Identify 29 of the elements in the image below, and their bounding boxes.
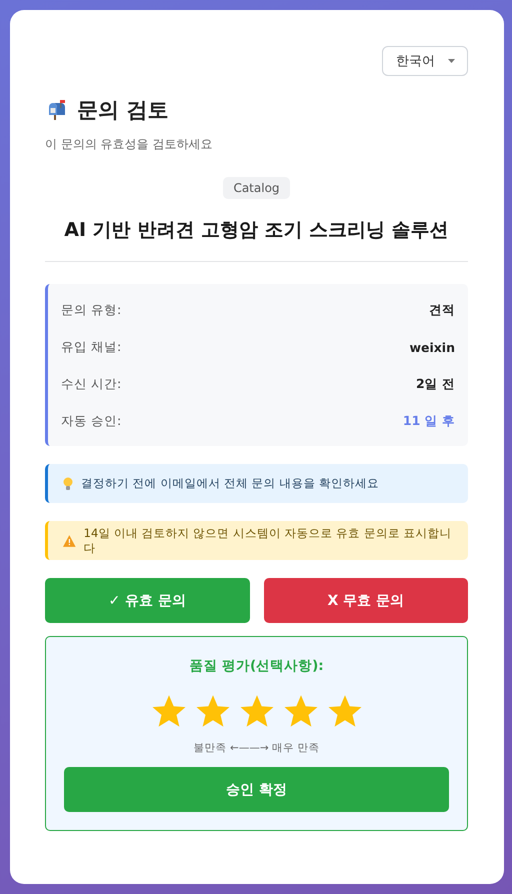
detail-value: 2일 전 xyxy=(416,376,455,393)
star-icon[interactable] xyxy=(150,693,186,729)
star-rating[interactable] xyxy=(150,693,362,729)
page-subtitle: 이 문의의 유효성을 검토하세요 xyxy=(45,136,214,153)
star-icon[interactable] xyxy=(282,693,318,729)
detail-label: 자동 승인: xyxy=(61,413,122,430)
detail-value: 11 일 후 xyxy=(402,413,455,430)
star-icon[interactable] xyxy=(194,693,230,729)
detail-value: 견적 xyxy=(429,302,455,319)
invalid-button[interactable]: X 무효 문의 xyxy=(264,578,468,623)
warning-icon xyxy=(63,534,76,546)
detail-value: weixin xyxy=(409,340,455,355)
detail-label: 수신 시간: xyxy=(61,376,122,393)
star-icon[interactable] xyxy=(326,693,362,729)
star-icon[interactable] xyxy=(238,693,274,729)
alert-text: 14일 이내 검토하지 않으면 시스템이 자동으로 유효 문의로 표시합니다 xyxy=(84,526,453,556)
rating-scale-hint: 불만족 ←——→ 매우 만족 xyxy=(194,741,320,755)
lightbulb-icon xyxy=(63,476,73,490)
detail-label: 문의 유형: xyxy=(61,302,122,319)
language-select[interactable]: 한국어 xyxy=(382,46,468,76)
category-tag: Catalog xyxy=(223,177,290,199)
rating-title: 품질 평가(선택사항): xyxy=(189,657,324,675)
product-title: AI 기반 반려견 고형암 조기 스크리닝 솔루션 xyxy=(45,217,468,262)
valid-button[interactable]: ✓ 유효 문의 xyxy=(45,578,250,623)
alert-text: 결정하기 전에 이메일에서 전체 문의 내용을 확인하세요 xyxy=(81,476,379,491)
page-title: 문의 검토 xyxy=(77,97,168,124)
confirm-button[interactable]: 승인 확정 xyxy=(64,767,449,812)
caret-icon xyxy=(448,59,455,63)
detail-label: 유입 채널: xyxy=(61,339,122,356)
